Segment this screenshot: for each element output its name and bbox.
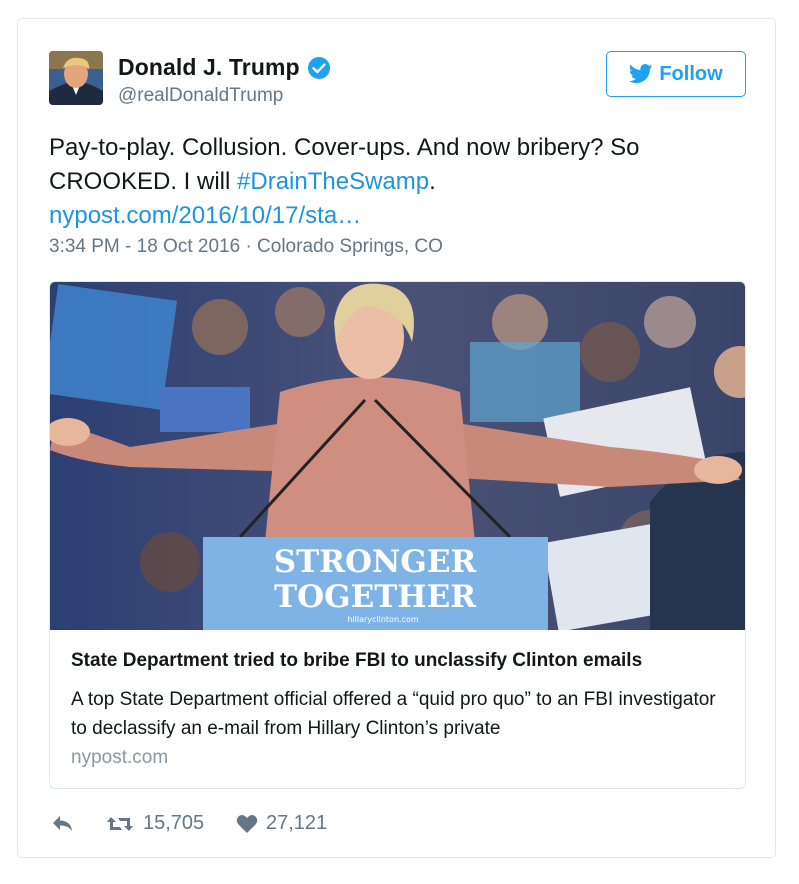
link-preview-card[interactable]: STRONGER TOGETHER hillaryclinton.com Sta…	[49, 281, 746, 789]
follow-button-label: Follow	[659, 62, 723, 85]
podium-sign-line2: TOGETHER	[274, 579, 476, 615]
retweet-button[interactable]: 15,705	[106, 812, 236, 835]
tweet-text: Pay-to-play. Collusion. Cover-ups. And n…	[49, 131, 739, 233]
tweet-actions: 15,705 27,121	[51, 812, 327, 835]
podium-sign-site: hillaryclinton.com	[347, 615, 419, 624]
like-button[interactable]: 27,121	[236, 812, 327, 835]
author-handle[interactable]: @realDonaldTrump	[118, 85, 283, 107]
tweet-text-period: .	[429, 168, 436, 195]
author-name-row: Donald J. Trump	[118, 54, 331, 81]
retweet-count: 15,705	[143, 812, 205, 834]
verified-badge-icon	[307, 56, 330, 79]
podium-sign-line1: STRONGER	[274, 544, 477, 580]
author-name[interactable]: Donald J. Trump	[118, 54, 300, 81]
reply-button[interactable]	[51, 814, 106, 834]
follow-button[interactable]: Follow	[606, 51, 746, 97]
twitter-bird-icon	[629, 64, 653, 84]
article-url-link[interactable]: nypost.com/2016/10/17/sta…	[49, 202, 361, 229]
like-count: 27,121	[266, 812, 328, 834]
article-description: A top State Department official offered …	[71, 689, 716, 739]
article-photo: STRONGER TOGETHER hillaryclinton.com	[50, 282, 745, 630]
heart-icon	[236, 814, 258, 833]
reply-icon	[53, 815, 72, 831]
article-domain: nypost.com	[71, 747, 169, 768]
tweet-card: Donald J. Trump @realDonaldTrump Follow …	[17, 18, 776, 858]
avatar[interactable]	[49, 51, 103, 105]
tweet-timestamp[interactable]: 3:34 PM - 18 Oct 2016 · Colorado Springs…	[49, 236, 443, 258]
hashtag-link[interactable]: #DrainTheSwamp	[237, 168, 429, 195]
retweet-icon	[107, 816, 133, 831]
article-title[interactable]: State Department tried to bribe FBI to u…	[71, 650, 642, 672]
